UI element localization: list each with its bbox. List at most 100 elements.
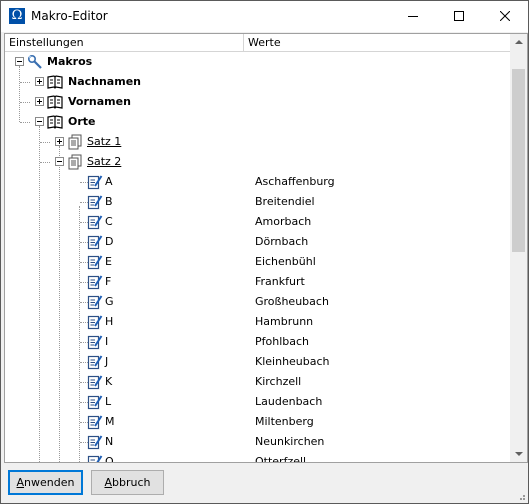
tree-entry-row[interactable]: H Hambrunn: [5, 312, 510, 332]
tree-node-satz-2[interactable]: Satz 2: [5, 152, 510, 172]
entry-value[interactable]: Dörnbach: [255, 235, 308, 248]
tree-entry-row[interactable]: O Otterfzell: [5, 452, 510, 463]
tree-entry-row[interactable]: N Neunkirchen: [5, 432, 510, 452]
resize-grip-icon[interactable]: [516, 491, 526, 501]
tree-node-makros[interactable]: Makros: [5, 52, 510, 72]
tree-node-vornamen[interactable]: Vornamen: [5, 92, 510, 112]
close-icon: [500, 11, 510, 21]
entry-value[interactable]: Laudenbach: [255, 395, 322, 408]
entry-key: C: [105, 215, 113, 228]
tree-connector: [80, 462, 88, 463]
entry-key: F: [105, 275, 112, 288]
tree-label-satz-2: Satz 2: [87, 155, 122, 168]
tree-connector: [40, 162, 50, 163]
tree-entry-row[interactable]: D Dörnbach: [5, 232, 510, 252]
tree-entry-row[interactable]: J Kleinheubach: [5, 352, 510, 372]
edit-document-icon: [87, 435, 103, 450]
tree-entry-row[interactable]: E Eichenbühl: [5, 252, 510, 272]
maximize-icon: [454, 11, 464, 21]
entry-value[interactable]: Kleinheubach: [255, 355, 330, 368]
title-bar[interactable]: Ω Makro-Editor: [1, 1, 528, 32]
minimize-button[interactable]: [390, 1, 436, 32]
maximize-button[interactable]: [436, 1, 482, 32]
close-button[interactable]: [482, 1, 528, 32]
app-omega-icon: Ω: [9, 8, 25, 24]
collapse-icon[interactable]: [35, 117, 44, 126]
tree-connector: [20, 122, 30, 123]
entry-key: L: [105, 395, 112, 408]
entry-key: E: [105, 255, 112, 268]
collapse-icon[interactable]: [55, 157, 64, 166]
header-einstellungen[interactable]: Einstellungen: [5, 34, 244, 52]
collapse-icon[interactable]: [15, 57, 24, 66]
edit-document-icon: [87, 255, 103, 270]
tree-entry-row[interactable]: G Großheubach: [5, 292, 510, 312]
entry-key: M: [105, 415, 115, 428]
tree-entry-row[interactable]: L Laudenbach: [5, 392, 510, 412]
entry-key: I: [105, 335, 109, 348]
apply-accesskey: A: [16, 476, 25, 489]
apply-button[interactable]: Anwenden: [8, 470, 83, 495]
entry-value[interactable]: Aschaffenburg: [255, 175, 335, 188]
edit-document-icon: [87, 455, 103, 462]
settings-tree-grid[interactable]: Einstellungen Werte Makros Nachnamen Vor…: [4, 33, 528, 463]
tree-label-satz-1: Satz 1: [87, 135, 122, 148]
entry-value[interactable]: Hambrunn: [255, 315, 313, 328]
entry-key: J: [105, 355, 109, 368]
tree-label-vornamen: Vornamen: [68, 95, 131, 108]
tree-entry-row[interactable]: I Pfohlbach: [5, 332, 510, 352]
entry-value[interactable]: Miltenberg: [255, 415, 314, 428]
entry-value[interactable]: Neunkirchen: [255, 435, 324, 448]
edit-document-icon: [87, 275, 103, 290]
tree-connector: [20, 82, 30, 83]
expand-icon[interactable]: [35, 77, 44, 86]
entry-value[interactable]: Amorbach: [255, 215, 311, 228]
entry-key: O: [105, 455, 114, 463]
scroll-up-arrow-icon[interactable]: [510, 34, 527, 51]
edit-document-icon: [87, 395, 103, 410]
minimize-icon: [408, 16, 418, 17]
scrollbar-thumb[interactable]: [512, 69, 525, 252]
entry-key: H: [105, 315, 114, 328]
tree-node-orte[interactable]: Orte: [5, 112, 510, 132]
entry-value[interactable]: Otterfzell: [255, 455, 306, 462]
header-werte[interactable]: Werte: [244, 34, 510, 52]
tree-entry-row[interactable]: K Kirchzell: [5, 372, 510, 392]
cancel-button[interactable]: Abbruch: [91, 470, 164, 495]
expand-icon[interactable]: [35, 97, 44, 106]
entry-value[interactable]: Frankfurt: [255, 275, 305, 288]
entry-key: B: [105, 195, 113, 208]
scroll-down-arrow-icon[interactable]: [510, 445, 527, 462]
entry-key: A: [105, 175, 113, 188]
tree-entry-row[interactable]: M Miltenberg: [5, 412, 510, 432]
entry-value[interactable]: Großheubach: [255, 295, 329, 308]
entry-value[interactable]: Eichenbühl: [255, 255, 316, 268]
cancel-accesskey: A: [104, 476, 113, 489]
entry-value[interactable]: Breitendiel: [255, 195, 315, 208]
entry-key: G: [105, 295, 114, 308]
tree-entry-row[interactable]: C Amorbach: [5, 212, 510, 232]
expand-icon[interactable]: [55, 137, 64, 146]
edit-document-icon: [87, 195, 103, 210]
edit-document-icon: [87, 175, 103, 190]
tree-entry-row[interactable]: F Frankfurt: [5, 272, 510, 292]
tree-node-satz-1[interactable]: Satz 1: [5, 132, 510, 152]
document-stack-icon: [68, 134, 82, 150]
edit-document-icon: [87, 295, 103, 310]
tree-node-nachnamen[interactable]: Nachnamen: [5, 72, 510, 92]
vertical-scrollbar[interactable]: [510, 34, 527, 462]
edit-document-icon: [87, 215, 103, 230]
column-header: Einstellungen Werte: [5, 34, 510, 52]
document-stack-icon: [68, 154, 82, 170]
edit-document-icon: [87, 355, 103, 370]
entry-value[interactable]: Kirchzell: [255, 375, 301, 388]
tree-entry-row[interactable]: B Breitendiel: [5, 192, 510, 212]
window-title: Makro-Editor: [31, 9, 108, 23]
entry-value[interactable]: Pfohlbach: [255, 335, 309, 348]
tree-rows: Makros Nachnamen Vornamen Orte Satz 1 Sa…: [5, 52, 510, 463]
tree-label-makros: Makros: [47, 55, 93, 68]
tree-entry-row[interactable]: A Aschaffenburg: [5, 172, 510, 192]
tree-label-nachnamen: Nachnamen: [68, 75, 141, 88]
makro-editor-window: Ω Makro-Editor Einstellungen Werte Makro…: [0, 0, 529, 504]
edit-document-icon: [87, 415, 103, 430]
